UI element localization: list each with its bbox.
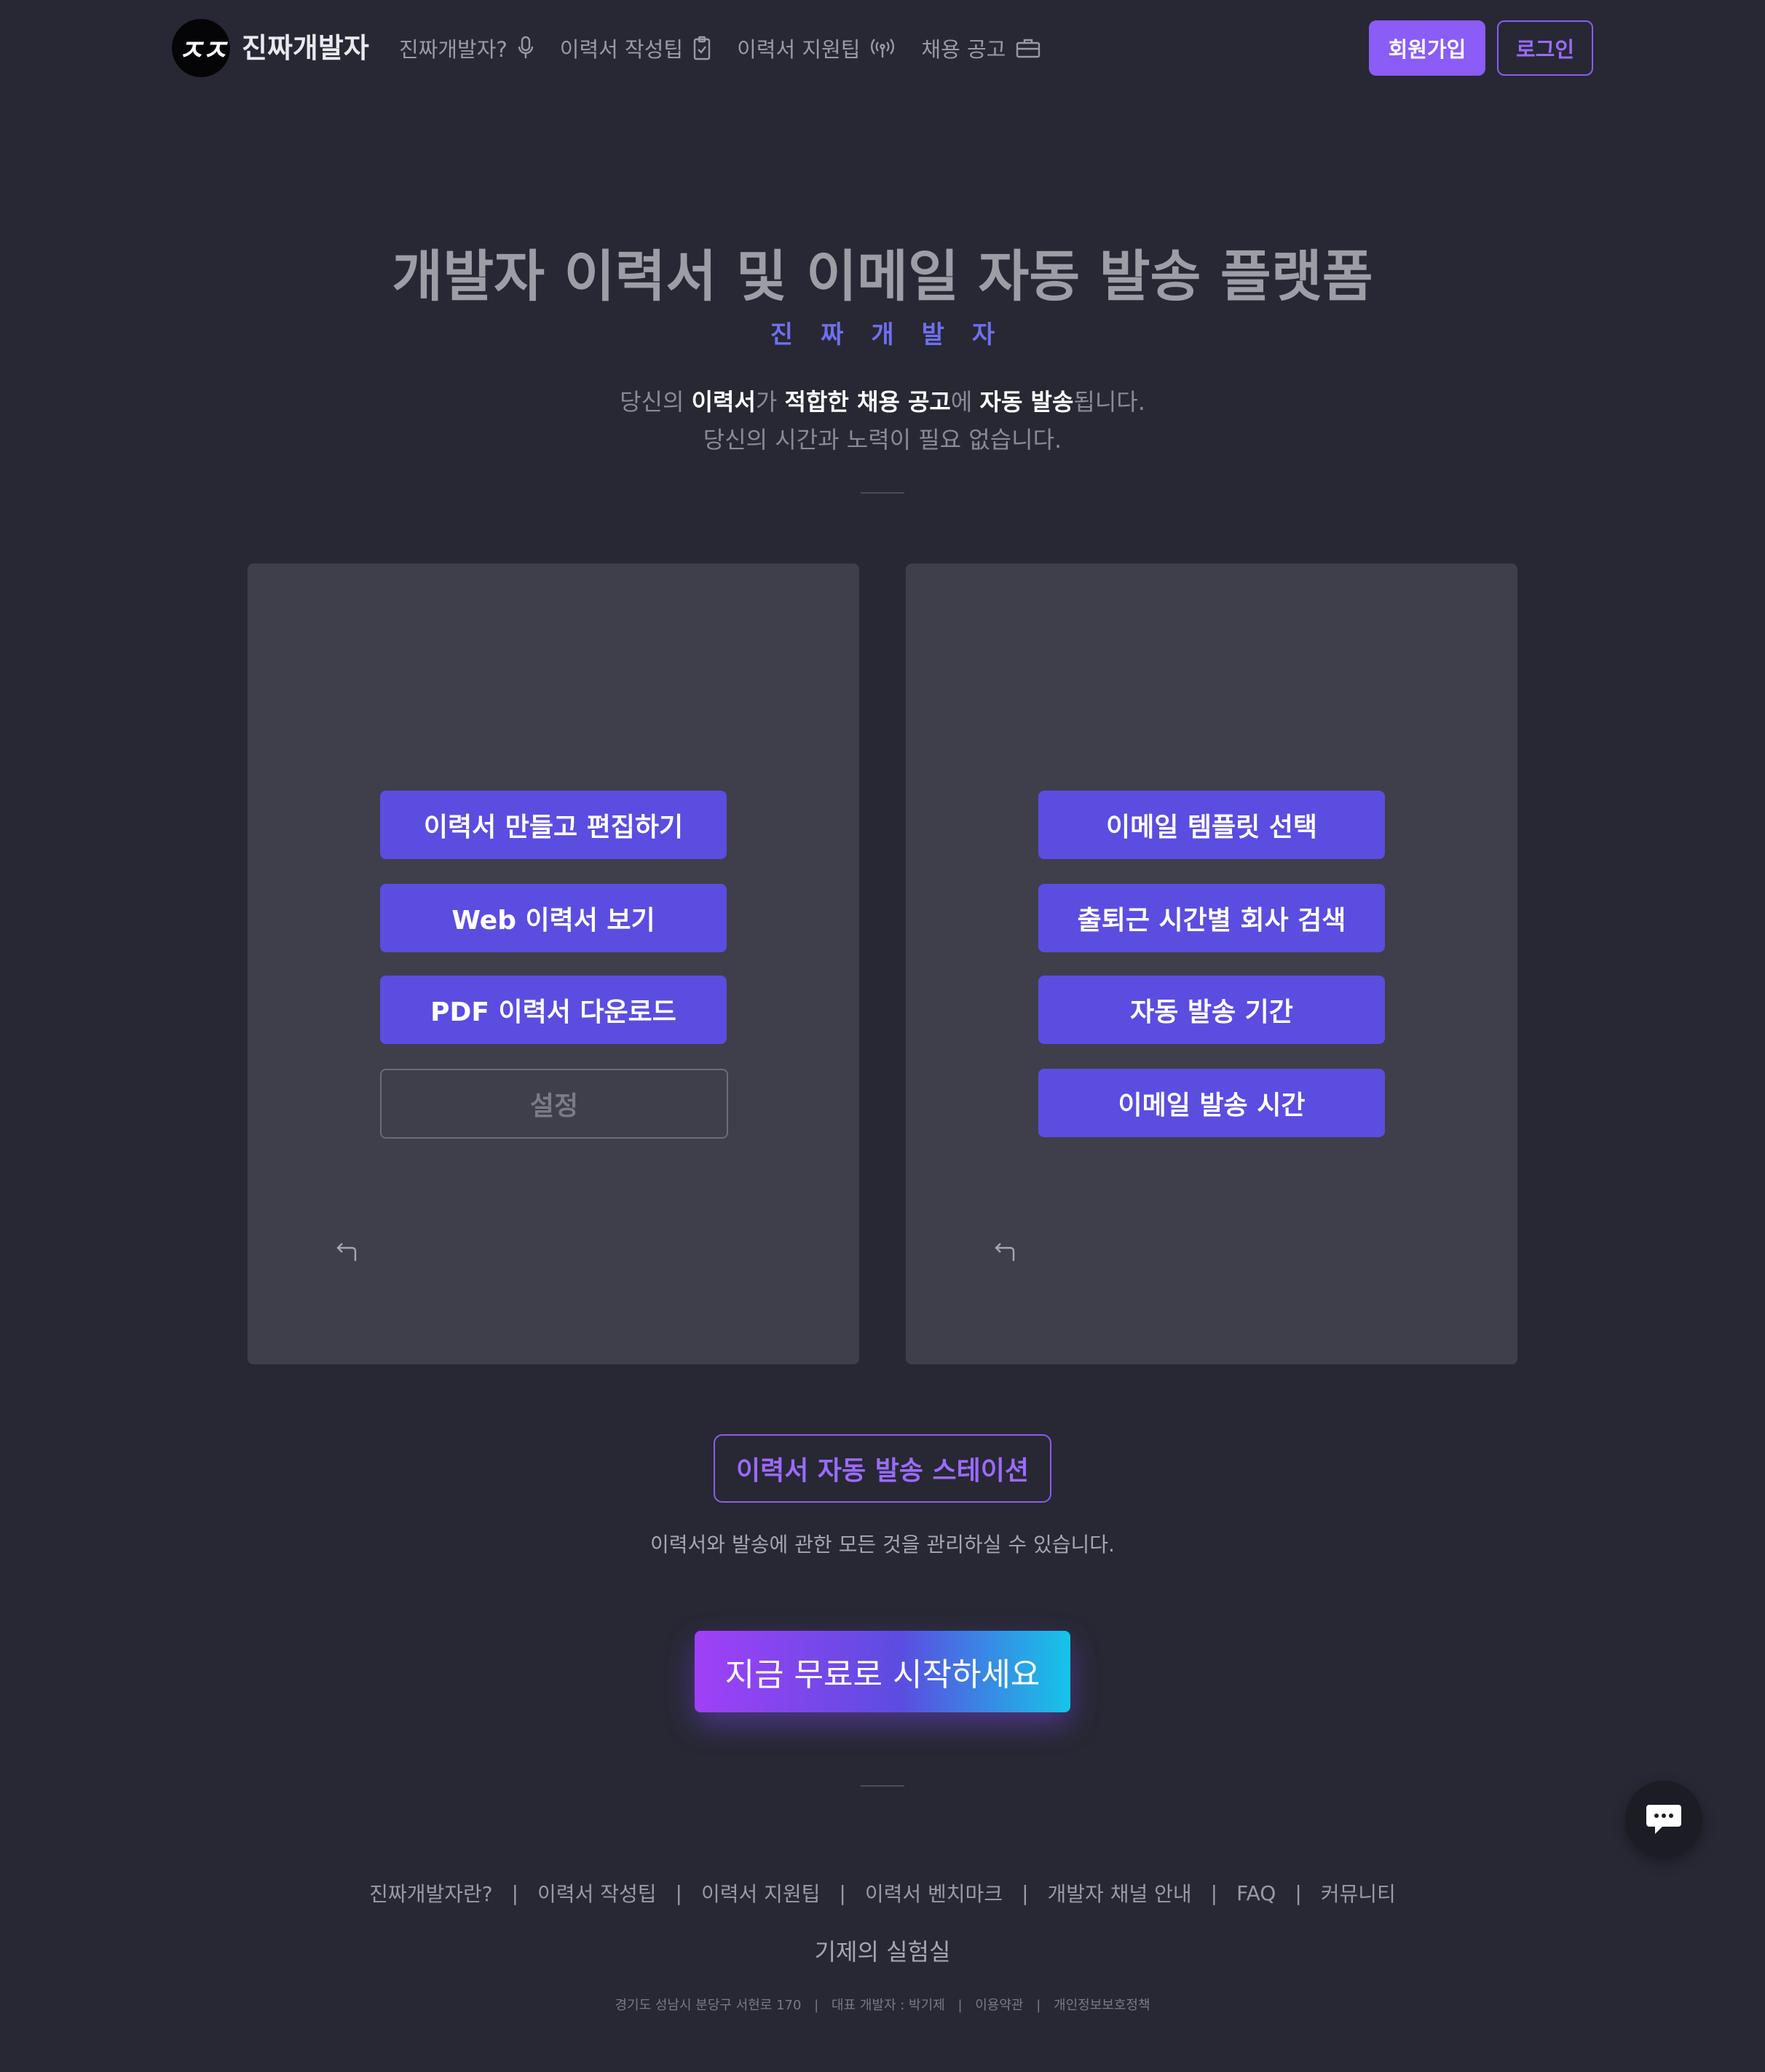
nav-item-apply-tips[interactable]: 이력서 지원팁 bbox=[737, 33, 895, 63]
auto-send-period-button[interactable]: 자동 발송 기간 bbox=[1038, 976, 1385, 1044]
main-nav: 진짜개발자? 이력서 작성팁 이력서 지원팁 채용 공고 bbox=[399, 26, 1067, 70]
footer-link-about[interactable]: 진짜개발자란? bbox=[369, 1878, 492, 1907]
top-navigation-bar: ㅈㅈ 진짜개발자 진짜개발자? 이력서 작성팁 이력서 지원팁 채용 공고 회원… bbox=[0, 0, 1765, 96]
footer-separator: | bbox=[839, 1881, 846, 1905]
logo-mark: ㅈㅈ bbox=[177, 34, 228, 68]
desc-text: 가 bbox=[755, 388, 785, 416]
footer-link-faq[interactable]: FAQ bbox=[1236, 1881, 1276, 1905]
footer-separator: | bbox=[1022, 1881, 1029, 1905]
login-button[interactable]: 로그인 bbox=[1497, 20, 1593, 76]
page-title: 개발자 이력서 및 이메일 자동 발송 플랫폼 bbox=[392, 244, 1373, 309]
footer-separator: | bbox=[1295, 1881, 1302, 1905]
microphone-icon bbox=[518, 36, 533, 58]
email-panel: 이메일 템플릿 선택 출퇴근 시간별 회사 검색 자동 발송 기간 이메일 발송… bbox=[906, 564, 1517, 1364]
nav-item-about[interactable]: 진짜개발자? bbox=[399, 33, 534, 63]
select-email-template-button[interactable]: 이메일 템플릿 선택 bbox=[1038, 791, 1385, 859]
footer-link-apply-tips[interactable]: 이력서 지원팁 bbox=[701, 1878, 820, 1907]
hero-description-line-1: 당신의 이력서가 적합한 채용 공고에 자동 발송됩니다. bbox=[0, 383, 1765, 421]
brand-name[interactable]: 진짜개발자 bbox=[242, 26, 369, 70]
briefcase-icon bbox=[1016, 39, 1041, 58]
desc-text: 에 bbox=[950, 388, 980, 416]
footer-link-dev-channel[interactable]: 개발자 채널 안내 bbox=[1048, 1878, 1192, 1907]
settings-button[interactable]: 설정 bbox=[380, 1069, 728, 1139]
desc-highlight: 이력서 bbox=[691, 388, 756, 416]
desc-highlight: 적합한 채용 공고 bbox=[784, 388, 951, 416]
footer-representative: 대표 개발자 : 박기제 bbox=[831, 1998, 945, 2013]
footer-address: 경기도 성남시 분당구 서현로 170 bbox=[615, 1998, 802, 2013]
desc-highlight: 자동 발송 bbox=[979, 388, 1074, 416]
footer-separator: | bbox=[957, 1998, 963, 2013]
hero-description-line-2: 당신의 시간과 노력이 필요 없습니다. bbox=[703, 426, 1062, 454]
create-edit-resume-button[interactable]: 이력서 만들고 편집하기 bbox=[380, 791, 727, 859]
chat-bubble-icon bbox=[1646, 1805, 1681, 1834]
start-free-button[interactable]: 지금 무료로 시작하세요 bbox=[695, 1631, 1070, 1712]
footer-separator: | bbox=[1036, 1998, 1041, 2013]
footer-link-benchmark[interactable]: 이력서 벤치마크 bbox=[865, 1878, 1003, 1907]
broadcast-icon bbox=[871, 39, 895, 58]
nav-item-label: 이력서 작성팁 bbox=[559, 37, 684, 62]
email-send-time-button[interactable]: 이메일 발송 시간 bbox=[1038, 1069, 1385, 1137]
nav-item-label: 채용 공고 bbox=[921, 37, 1006, 62]
download-pdf-resume-button[interactable]: PDF 이력서 다운로드 bbox=[380, 976, 727, 1044]
footer-separator: | bbox=[1210, 1881, 1218, 1905]
search-company-by-commute-button[interactable]: 출퇴근 시간별 회사 검색 bbox=[1038, 884, 1385, 952]
footer-link-community[interactable]: 커뮤니티 bbox=[1321, 1878, 1396, 1907]
desc-text: 당신의 bbox=[620, 388, 692, 416]
section-divider bbox=[861, 492, 904, 494]
footer-separator: | bbox=[675, 1881, 682, 1905]
hero-description: 당신의 이력서가 적합한 채용 공고에 자동 발송됩니다. 당신의 시간과 노력… bbox=[0, 383, 1765, 459]
nav-item-job-postings[interactable]: 채용 공고 bbox=[921, 33, 1041, 63]
footer-separator: | bbox=[814, 1998, 819, 2013]
nav-item-label: 이력서 지원팁 bbox=[737, 37, 861, 62]
footer-link-privacy[interactable]: 개인정보보호정책 bbox=[1054, 1998, 1150, 2013]
desc-text: 됩니다. bbox=[1073, 388, 1145, 416]
footer-link-resume-tips[interactable]: 이력서 작성팁 bbox=[537, 1878, 656, 1907]
view-web-resume-button[interactable]: Web 이력서 보기 bbox=[380, 884, 727, 952]
footer-info: 경기도 성남시 분당구 서현로 170 | 대표 개발자 : 박기제 | 이용약… bbox=[0, 1995, 1765, 2014]
footer-links: 진짜개발자란? | 이력서 작성팁 | 이력서 지원팁 | 이력서 벤치마크 |… bbox=[0, 1878, 1765, 1907]
station-description: 이력서와 발송에 관한 모든 것을 관리하실 수 있습니다. bbox=[650, 1533, 1115, 1557]
chat-button[interactable] bbox=[1625, 1781, 1702, 1858]
signup-button[interactable]: 회원가입 bbox=[1369, 20, 1485, 76]
footer-separator: | bbox=[511, 1881, 519, 1905]
resume-panel: 이력서 만들고 편집하기 Web 이력서 보기 PDF 이력서 다운로드 설정 bbox=[248, 564, 859, 1364]
nav-item-resume-tips[interactable]: 이력서 작성팁 bbox=[560, 33, 711, 63]
footer-divider bbox=[861, 1785, 904, 1787]
footer-link-terms[interactable]: 이용약관 bbox=[975, 1998, 1023, 2013]
clipboard-icon bbox=[693, 36, 711, 60]
auto-send-station-button[interactable]: 이력서 자동 발송 스테이션 bbox=[714, 1434, 1051, 1503]
back-arrow-icon[interactable] bbox=[335, 1239, 360, 1264]
logo[interactable]: ㅈㅈ bbox=[172, 19, 230, 77]
page-subtitle: 진짜개발자 bbox=[770, 320, 1023, 349]
footer-brand: 기제의 실험실 bbox=[814, 1938, 951, 1966]
back-arrow-icon[interactable] bbox=[993, 1239, 1018, 1264]
nav-item-label: 진짜개발자? bbox=[399, 37, 508, 62]
